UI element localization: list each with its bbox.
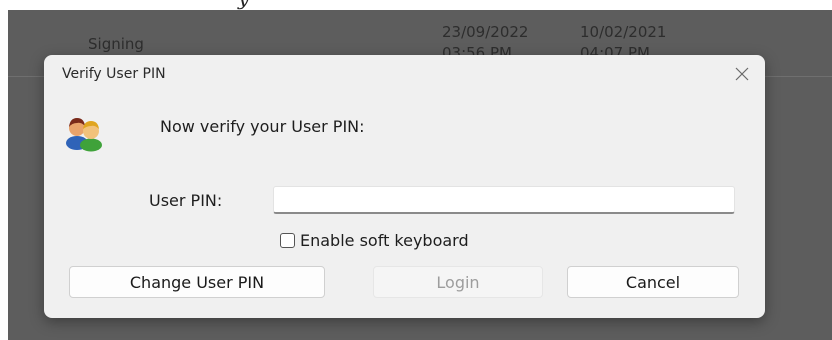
- soft-keyboard-checkbox[interactable]: Enable soft keyboard: [280, 231, 469, 250]
- date-2-date: 10/02/2021: [580, 23, 667, 41]
- change-pin-button[interactable]: Change User PIN: [69, 266, 325, 298]
- row-label: Signing: [88, 35, 144, 53]
- screen: y Signing 23/09/2022 03:56 PM 10/02/2021…: [0, 0, 832, 340]
- users-icon: [66, 118, 102, 152]
- login-button[interactable]: Login: [373, 266, 543, 298]
- cut-off-text: y: [238, 0, 249, 10]
- prompt-text: Now verify your User PIN:: [160, 117, 365, 136]
- top-strip: y: [0, 0, 832, 10]
- close-button[interactable]: [729, 61, 755, 87]
- pin-input[interactable]: [273, 186, 735, 214]
- soft-keyboard-label: Enable soft keyboard: [300, 231, 469, 250]
- date-1-date: 23/09/2022: [442, 23, 529, 41]
- dialog-title: Verify User PIN: [62, 66, 166, 82]
- cancel-button[interactable]: Cancel: [567, 266, 739, 298]
- verify-pin-dialog: Verify User PIN Now verify your User PIN…: [44, 55, 765, 318]
- pin-label: User PIN:: [149, 191, 223, 210]
- checkbox-box[interactable]: [280, 233, 295, 248]
- close-icon: [735, 67, 749, 81]
